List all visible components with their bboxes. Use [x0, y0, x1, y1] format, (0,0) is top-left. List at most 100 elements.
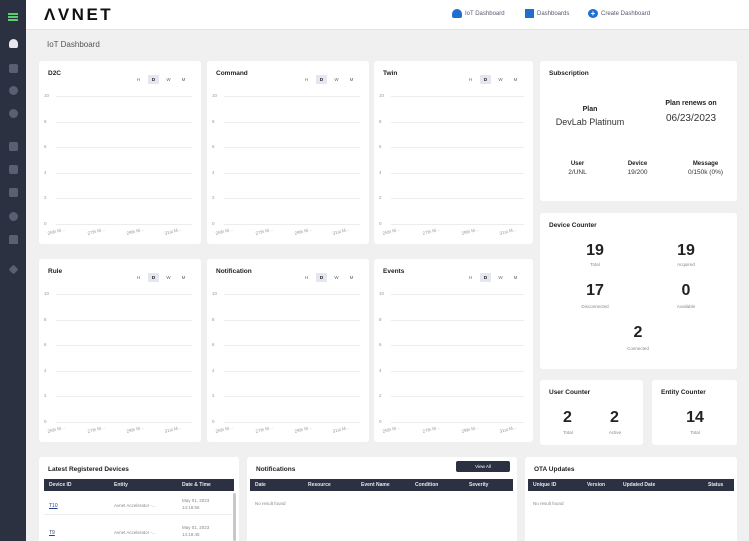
- grid-line: [391, 319, 524, 321]
- user-counter-title: User Counter: [549, 389, 591, 396]
- dashboards-link[interactable]: Dashboards: [525, 9, 569, 18]
- column-date-time[interactable]: Date & Time: [182, 482, 211, 488]
- grid-line: [224, 198, 360, 200]
- x-axis-tick: 29th M...: [126, 226, 145, 236]
- ota-updates-title: OTA Updates: [534, 466, 575, 473]
- range-option[interactable]: H: [133, 75, 144, 84]
- x-axis-tick: 25th M...: [47, 226, 66, 236]
- range-option[interactable]: H: [465, 75, 476, 84]
- range-option[interactable]: W: [163, 273, 174, 282]
- range-option[interactable]: W: [331, 75, 342, 84]
- y-axis-tick: 10: [212, 93, 218, 98]
- column-severity[interactable]: Severity: [469, 482, 488, 488]
- range-option[interactable]: D: [480, 75, 491, 84]
- user-nav-icon[interactable]: [0, 81, 26, 99]
- create-dashboard-link[interactable]: + Create Dashboard: [588, 9, 650, 18]
- column-version[interactable]: Version: [587, 482, 605, 488]
- analytics-nav-icon[interactable]: [0, 59, 26, 77]
- alert-nav-icon[interactable]: [0, 230, 26, 248]
- range-option[interactable]: D: [316, 273, 327, 282]
- range-option[interactable]: M: [346, 75, 357, 84]
- user-total-label: Total: [563, 430, 573, 435]
- time-range-selector: HDWM: [297, 75, 357, 84]
- x-axis-tick: 29th M...: [126, 424, 145, 434]
- range-option[interactable]: H: [133, 273, 144, 282]
- range-option[interactable]: M: [510, 75, 521, 84]
- device-disconnected-label: Disconnected: [581, 304, 609, 309]
- x-axis-tick: 29th M...: [294, 424, 313, 434]
- x-axis-tick: 25th M...: [215, 424, 234, 434]
- y-axis-tick: 10: [44, 291, 50, 296]
- create-dashboard-label: Create Dashboard: [601, 10, 651, 17]
- column-resource[interactable]: Resource: [308, 482, 331, 488]
- iot-dashboard-link[interactable]: IoT Dashboard: [452, 9, 505, 18]
- x-axis-tick: 25th M...: [382, 226, 401, 236]
- x-axis-tick: 27th M...: [87, 226, 106, 236]
- range-option[interactable]: H: [301, 273, 312, 282]
- command-chart-card: Command H D W M 10 8 6 4 2 0 25th M... 27th M... 29th…: [207, 61, 369, 244]
- dashboard-nav-icon[interactable]: [0, 34, 26, 52]
- tag-nav-icon[interactable]: [0, 260, 26, 278]
- chart-title: Twin: [383, 70, 398, 77]
- y-axis-tick: 8: [44, 316, 47, 322]
- range-option[interactable]: M: [178, 273, 189, 282]
- column-date[interactable]: Date: [255, 482, 266, 488]
- x-axis-tick: 25th M...: [382, 424, 401, 434]
- range-option[interactable]: M: [178, 75, 189, 84]
- range-option[interactable]: M: [510, 273, 521, 282]
- document-nav-icon[interactable]: [0, 160, 26, 178]
- grid-line: [56, 224, 192, 225]
- range-option[interactable]: D: [316, 75, 327, 84]
- column-event-name[interactable]: Event Name: [361, 482, 390, 488]
- range-option[interactable]: H: [465, 273, 476, 282]
- latest-devices-header: Device ID Entity Date & Time: [44, 479, 234, 491]
- device-id-link[interactable]: T9: [49, 530, 55, 536]
- table-scrollbar[interactable]: [233, 493, 236, 541]
- column-status[interactable]: Status: [708, 482, 723, 488]
- entity-nav-icon[interactable]: [0, 183, 26, 201]
- chart-title: D2C: [48, 70, 62, 77]
- range-option[interactable]: D: [480, 273, 491, 282]
- range-option[interactable]: H: [301, 75, 312, 84]
- x-axis-tick: 31st M...: [332, 424, 350, 434]
- grid-line: [391, 370, 524, 372]
- dashboard-icon: [525, 9, 534, 18]
- avnet-logo: ΛVNET: [44, 5, 114, 24]
- range-option[interactable]: W: [495, 273, 506, 282]
- dashboards-label: Dashboards: [537, 10, 570, 17]
- latest-devices-title: Latest Registered Devices: [48, 466, 129, 473]
- device-nav-icon[interactable]: [0, 104, 26, 122]
- range-option[interactable]: D: [148, 273, 159, 282]
- entity-counter-title: Entity Counter: [661, 389, 706, 396]
- settings-nav-icon[interactable]: [0, 207, 26, 225]
- column-unique-id[interactable]: Unique ID: [533, 482, 556, 488]
- device-counter-title: Device Counter: [549, 222, 597, 229]
- range-option[interactable]: M: [346, 273, 357, 282]
- range-option[interactable]: W: [163, 75, 174, 84]
- x-axis-tick: 29th M...: [461, 424, 480, 434]
- x-axis-tick: 29th M...: [294, 226, 313, 236]
- grid-line: [56, 422, 192, 423]
- column-condition[interactable]: Condition: [415, 482, 438, 488]
- view-all-button[interactable]: View All: [456, 461, 510, 472]
- rule-chart-card: Rule H D W M 10 8 6 4 2 0 25th M... 27th M... 29th M.…: [39, 259, 201, 442]
- events-chart-card: Events H D W M 10 8 6 4 2 0 25th M... 27th M... 29th …: [374, 259, 533, 442]
- grid-line: [56, 96, 192, 97]
- menu-icon[interactable]: [0, 8, 26, 26]
- column-entity[interactable]: Entity: [114, 482, 128, 488]
- column-device-id[interactable]: Device ID: [49, 482, 72, 488]
- subscription-card: Subscription Plan DevLab Platinum Plan r…: [540, 61, 737, 201]
- range-option[interactable]: W: [331, 273, 342, 282]
- time-range-selector: HDWM: [461, 75, 521, 84]
- grid-line: [56, 172, 192, 174]
- grid-line: [56, 147, 192, 149]
- range-option[interactable]: W: [495, 75, 506, 84]
- range-option[interactable]: D: [148, 75, 159, 84]
- device-id-link[interactable]: T10: [49, 503, 58, 509]
- grid-line: [224, 422, 360, 423]
- column-updated-date[interactable]: Updated Date: [623, 482, 655, 488]
- user-active-label: Active: [608, 430, 622, 435]
- y-axis-tick: 0: [379, 221, 382, 226]
- calendar-nav-icon[interactable]: [0, 137, 26, 155]
- grid-line: [224, 319, 360, 321]
